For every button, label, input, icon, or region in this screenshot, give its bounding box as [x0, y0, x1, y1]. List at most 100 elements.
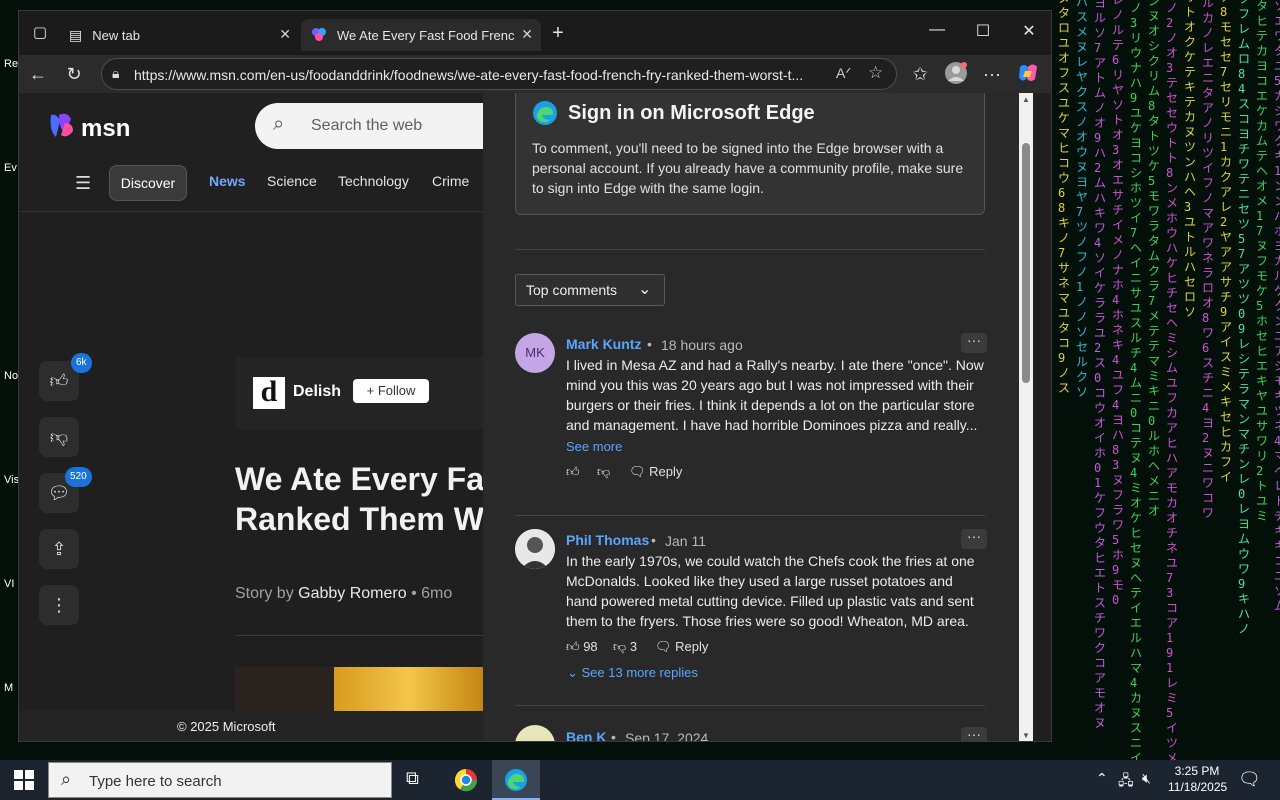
divider: [235, 635, 483, 636]
nav-crime[interactable]: Crime: [432, 173, 469, 189]
more-menu-icon[interactable]: ···: [979, 61, 1005, 87]
tab-msn-article[interactable]: We Ate Every Fast Food French Fr ✕: [301, 19, 541, 51]
search-icon: ⌕: [61, 769, 72, 789]
browser-toolbar: ← ↻ 🔒︎ https://www.msn.com/en-us/foodand…: [19, 55, 1051, 93]
clock[interactable]: 3:25 PM 11/18/2025: [1168, 764, 1227, 794]
divider: [515, 515, 985, 516]
tab-new-tab[interactable]: ▤ New tab ✕: [59, 19, 299, 51]
comment-author[interactable]: Mark Kuntz: [566, 336, 641, 352]
thumbs-up-button[interactable]: 👍︎ 98: [566, 639, 598, 655]
nav-science[interactable]: Science: [267, 173, 317, 189]
matrix-column: ロ ト ト オ 5 セ 3 ハ ス メ ヌ レ ヤ ク ス ノ オ ウ ヌ ヨ …: [1076, 0, 1089, 399]
reply-button[interactable]: 🗨︎ Reply: [655, 639, 708, 655]
refresh-icon[interactable]: ↻: [61, 61, 87, 87]
publisher-name[interactable]: Delish: [293, 383, 341, 401]
thumbs-down-icon: 👎︎: [613, 639, 630, 654]
scroll-down-icon[interactable]: ▼: [1022, 731, 1030, 740]
scrollbar[interactable]: ▲ ▼: [1019, 93, 1033, 741]
maximize-icon[interactable]: ☐: [963, 21, 1003, 45]
comment-more-icon[interactable]: ···: [961, 529, 987, 549]
address-url[interactable]: https://www.msn.com/en-us/foodanddrink/f…: [134, 67, 824, 83]
matrix-column: モ カ ノ ナ オ ヘ セ ア 8 モ セ セ 7 セ リ モ ニ 1 カ ク …: [1220, 0, 1233, 484]
sort-label: Top comments: [526, 282, 618, 298]
chevron-up-icon[interactable]: ⌃: [1096, 770, 1108, 787]
comment-more-icon[interactable]: ···: [961, 333, 987, 353]
publisher-card: d Delish + Follow: [235, 357, 483, 429]
favorites-icon[interactable]: ✩: [907, 61, 933, 87]
see-more-link[interactable]: See more: [566, 439, 622, 454]
msn-header: msn ⌕ Search the web ☰ Discover News Sci…: [19, 93, 515, 213]
sort-dropdown[interactable]: Top comments ⌄: [515, 274, 665, 306]
dislike-button[interactable]: 👎︎: [39, 417, 79, 457]
tab-title: We Ate Every Fast Food French Fr: [337, 27, 515, 43]
author-name[interactable]: Gabby Romero: [298, 585, 407, 602]
volume-muted-icon[interactable]: 🔇︎: [1142, 770, 1151, 787]
thumbs-down-icon[interactable]: 👎︎: [597, 464, 610, 480]
back-icon[interactable]: ←: [25, 61, 51, 87]
favorite-star-icon[interactable]: ☆: [868, 63, 883, 83]
close-window-icon[interactable]: ✕: [1009, 21, 1049, 45]
hamburger-menu-icon[interactable]: ☰: [75, 173, 91, 194]
edge-taskbar-button[interactable]: [492, 760, 540, 800]
matrix-column: セ セ コ ケ コ タ ヒ テ カ ヨ コ エ ケ カ ム テ ヘ オ メ 1 …: [1256, 0, 1269, 523]
close-icon[interactable]: ✕: [279, 26, 291, 43]
matrix-column: タ テ ス ル フ ス モ 3 7 ニ 7 ン ヌ オ シ ク リ ム 8 タ …: [1148, 0, 1161, 518]
new-tab-plus-icon[interactable]: +: [545, 20, 571, 46]
matrix-column: ア レ ノ ル テ 6 リ ヤ ソ ト オ 3 オ エ サ チ イ メ ノ ナ …: [1112, 0, 1125, 607]
see-replies-label: See 13 more replies: [581, 665, 698, 680]
msn-logo-text: msn: [81, 115, 131, 142]
share-button[interactable]: ⇪: [39, 529, 79, 569]
scrollbar-thumb[interactable]: [1022, 143, 1030, 383]
headline-line-1: We Ate Every Fast: [235, 461, 513, 497]
matrix-column: マ ヤ ニ レ ワ フ ノ 3 リ ウ ナ ハ 9 ユ ケ ヨ コ シ ホ ツ …: [1130, 1, 1143, 760]
profile-avatar[interactable]: [943, 61, 969, 87]
copilot-icon[interactable]: [1015, 61, 1041, 87]
thumbs-down-button[interactable]: 👎︎ 3: [613, 639, 637, 655]
follow-label: Follow: [377, 383, 416, 398]
notification-icon[interactable]: 🗨︎: [1238, 769, 1261, 790]
comment-author[interactable]: Ben K: [566, 729, 606, 741]
signin-title: Sign in on Microsoft Edge: [568, 102, 815, 124]
chevron-down-icon: ⌄: [638, 281, 652, 298]
msn-logo[interactable]: [47, 111, 77, 146]
edge-browser-window: ▢ ▤ New tab ✕ We Ate Every Fast Food Fre…: [18, 10, 1052, 742]
reply-icon: 🗨︎: [629, 464, 650, 479]
nav-discover[interactable]: Discover: [109, 165, 187, 201]
read-aloud-icon[interactable]: Aᐟ: [836, 65, 851, 82]
task-view-icon[interactable]: ⧉: [406, 768, 419, 789]
close-icon[interactable]: ✕: [521, 26, 533, 43]
divider: [515, 705, 985, 706]
follow-button[interactable]: + Follow: [353, 379, 429, 403]
thumbs-up-icon[interactable]: 👍︎: [566, 464, 580, 480]
comment-time: Jan 11: [665, 533, 706, 549]
address-bar[interactable]: 🔒︎ https://www.msn.com/en-us/foodanddrin…: [101, 58, 897, 90]
avatar: [515, 725, 555, 741]
minimize-icon[interactable]: —: [917, 21, 957, 45]
like-count: 98: [583, 639, 598, 654]
footer-bar: © 2025 Microsoft: [19, 711, 483, 741]
taskbar-search-input[interactable]: ⌕ Type here to search: [48, 762, 392, 798]
reply-button[interactable]: 🗨︎ Reply: [629, 464, 682, 480]
nav-technology[interactable]: Technology: [338, 173, 409, 189]
windows-start-icon[interactable]: [14, 770, 34, 795]
more-options-button[interactable]: ⋮: [39, 585, 79, 625]
chrome-app-icon[interactable]: [454, 768, 478, 797]
lock-icon[interactable]: 🔒︎: [112, 65, 119, 82]
signin-body: To comment, you'll need to be signed int…: [532, 140, 964, 196]
clock-time: 3:25 PM: [1174, 764, 1220, 778]
tab-title: New tab: [92, 27, 140, 43]
comment-author[interactable]: Phil Thomas: [566, 532, 649, 548]
reply-label: Reply: [649, 464, 683, 479]
search-input[interactable]: ⌕ Search the web: [255, 103, 515, 149]
network-icon[interactable]: 🖧︎: [1118, 770, 1134, 794]
see-replies-link[interactable]: ⌄ See 13 more replies: [567, 665, 698, 681]
tab-actions-icon[interactable]: ▢: [27, 20, 53, 46]
comment-more-icon[interactable]: ···: [961, 727, 987, 741]
scroll-up-icon[interactable]: ▲: [1022, 95, 1030, 104]
search-placeholder: Search the web: [311, 117, 423, 134]
matrix-column: セ ノ フ オ 3 ム ヌ タ ロ ユ オ フ ス ユ ケ マ ヒ コ ウ 6 …: [1058, 0, 1071, 395]
chevron-down-icon: ⌄: [567, 665, 582, 680]
nav-news[interactable]: News: [209, 173, 246, 189]
taskbar-search-placeholder: Type here to search: [89, 773, 222, 790]
divider: [515, 249, 985, 250]
